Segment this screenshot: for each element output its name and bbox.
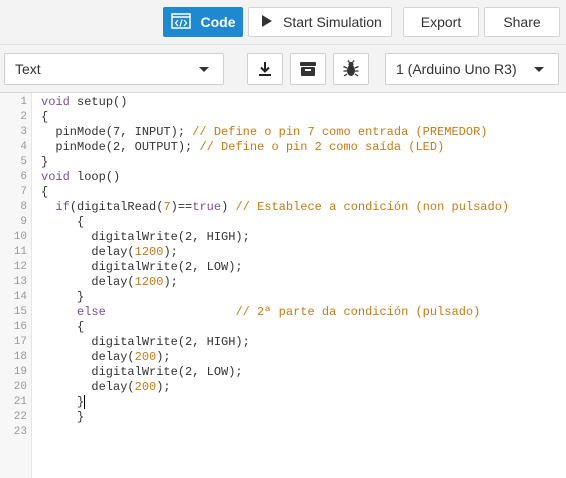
download-icon bbox=[259, 62, 271, 76]
line-number: 9 bbox=[20, 216, 27, 228]
code-text: } bbox=[41, 290, 85, 304]
code-line: 12 digitalWrite(2, LOW); bbox=[0, 260, 566, 275]
line-number: 3 bbox=[20, 126, 27, 138]
download-button[interactable] bbox=[247, 53, 283, 85]
code-button[interactable]: Code bbox=[163, 7, 243, 37]
code-button-label: Code bbox=[200, 14, 236, 30]
line-number: 4 bbox=[20, 141, 27, 153]
code-text: digitalWrite(2, LOW); bbox=[41, 260, 243, 274]
line-number: 16 bbox=[13, 321, 27, 333]
code-line: 18 delay(200); bbox=[0, 350, 566, 365]
code-line: 17 digitalWrite(2, HIGH); bbox=[0, 335, 566, 350]
library-button[interactable] bbox=[290, 53, 326, 85]
code-line: 2{ bbox=[0, 110, 566, 125]
code-line: 13 delay(1200); bbox=[0, 275, 566, 290]
code-line: 16 { bbox=[0, 320, 566, 335]
line-number: 21 bbox=[13, 396, 27, 408]
top-bar: Code Start Simulation Export Share bbox=[0, 0, 566, 45]
line-number: 15 bbox=[13, 306, 27, 318]
chevron-down-icon bbox=[199, 67, 209, 72]
debugger-button[interactable] bbox=[333, 53, 369, 85]
code-text: digitalWrite(2, HIGH); bbox=[41, 335, 250, 349]
board-select[interactable]: 1 (Arduino Uno R3) bbox=[385, 53, 559, 85]
code-line: 1 void setup() bbox=[0, 95, 566, 110]
play-icon bbox=[261, 14, 273, 31]
line-number: 5 bbox=[20, 156, 27, 168]
line-number: 14 bbox=[13, 291, 27, 303]
export-button[interactable]: Export bbox=[403, 7, 479, 37]
code-editor[interactable]: 1 void setup() 2{ 3 pinMode(7, INPUT); //… bbox=[0, 93, 566, 478]
code-line: 22 } bbox=[0, 410, 566, 425]
debugger-bug-icon bbox=[343, 60, 359, 77]
line-number: 6 bbox=[20, 171, 27, 183]
line-number: 10 bbox=[13, 231, 27, 243]
code-text: { bbox=[41, 320, 85, 334]
line-number: 18 bbox=[13, 351, 27, 363]
library-icon bbox=[300, 62, 316, 76]
code-line: 8 if(digitalRead(7)==true) // Establece … bbox=[0, 200, 566, 215]
line-number: 19 bbox=[13, 366, 27, 378]
code-line: 9 { bbox=[0, 215, 566, 230]
share-button[interactable]: Share bbox=[484, 7, 560, 37]
chevron-down-icon bbox=[534, 67, 544, 72]
editor-toolbar: Text 1 (Arduino Uno R3) bbox=[0, 45, 566, 93]
line-number: 12 bbox=[13, 261, 27, 273]
mode-select[interactable]: Text bbox=[4, 53, 224, 85]
text-cursor bbox=[84, 395, 86, 409]
line-number: 2 bbox=[20, 111, 27, 123]
code-text: } bbox=[41, 410, 85, 424]
code-line: 20 delay(200); bbox=[0, 380, 566, 395]
code-text: delay(200); bbox=[41, 350, 171, 364]
line-number: 1 bbox=[20, 96, 27, 108]
code-text: { bbox=[41, 215, 85, 229]
code-text: } bbox=[41, 155, 49, 169]
code-text: { bbox=[41, 185, 49, 199]
code-line: 6 void loop() bbox=[0, 170, 566, 185]
code-text: pinMode(2, OUTPUT); // Define o pin 2 co… bbox=[41, 140, 445, 154]
code-line: 15 else // 2ª parte da condición (pulsad… bbox=[0, 305, 566, 320]
code-text: else // 2ª parte da condición (pulsado) bbox=[77, 305, 481, 319]
code-text: digitalWrite(2, LOW); bbox=[41, 365, 243, 379]
code-line: 4 pinMode(2, OUTPUT); // Define o pin 2 … bbox=[0, 140, 566, 155]
code-text: } bbox=[41, 395, 86, 410]
mode-select-value: Text bbox=[15, 61, 41, 77]
line-number: 22 bbox=[13, 411, 27, 423]
line-number: 13 bbox=[13, 276, 27, 288]
code-text: void setup() bbox=[41, 95, 128, 109]
line-number: 20 bbox=[13, 381, 27, 393]
line-number: 8 bbox=[20, 201, 27, 213]
code-text: delay(200); bbox=[41, 380, 171, 394]
code-text: delay(1200); bbox=[41, 275, 178, 289]
code-text: void loop() bbox=[41, 170, 121, 184]
code-text: pinMode(7, INPUT); // Define o pin 7 com… bbox=[41, 125, 488, 139]
code-text: { bbox=[41, 110, 49, 124]
code-line: 5} bbox=[0, 155, 566, 170]
code-text: if(digitalRead(7)==true) // Establece a … bbox=[55, 200, 510, 214]
code-line: 3 pinMode(7, INPUT); // Define o pin 7 c… bbox=[0, 125, 566, 140]
code-line: 14 } bbox=[0, 290, 566, 305]
line-number: 17 bbox=[13, 336, 27, 348]
code-line: 19 digitalWrite(2, LOW); bbox=[0, 365, 566, 380]
code-line: 23 bbox=[0, 425, 566, 440]
code-text: delay(1200); bbox=[41, 245, 178, 259]
code-lines: 1 void setup() 2{ 3 pinMode(7, INPUT); //… bbox=[0, 95, 566, 440]
line-number: 23 bbox=[13, 426, 27, 438]
line-number: 11 bbox=[13, 246, 27, 258]
code-line: 11 delay(1200); bbox=[0, 245, 566, 260]
code-line: 21 } bbox=[0, 395, 566, 410]
board-select-value: 1 (Arduino Uno R3) bbox=[396, 61, 517, 77]
code-icon bbox=[170, 12, 191, 32]
code-text: digitalWrite(2, HIGH); bbox=[41, 230, 250, 244]
start-simulation-button[interactable]: Start Simulation bbox=[248, 7, 392, 37]
line-number: 7 bbox=[20, 186, 27, 198]
code-line: 7{ bbox=[0, 185, 566, 200]
start-simulation-label: Start Simulation bbox=[283, 14, 382, 30]
code-line: 10 digitalWrite(2, HIGH); bbox=[0, 230, 566, 245]
